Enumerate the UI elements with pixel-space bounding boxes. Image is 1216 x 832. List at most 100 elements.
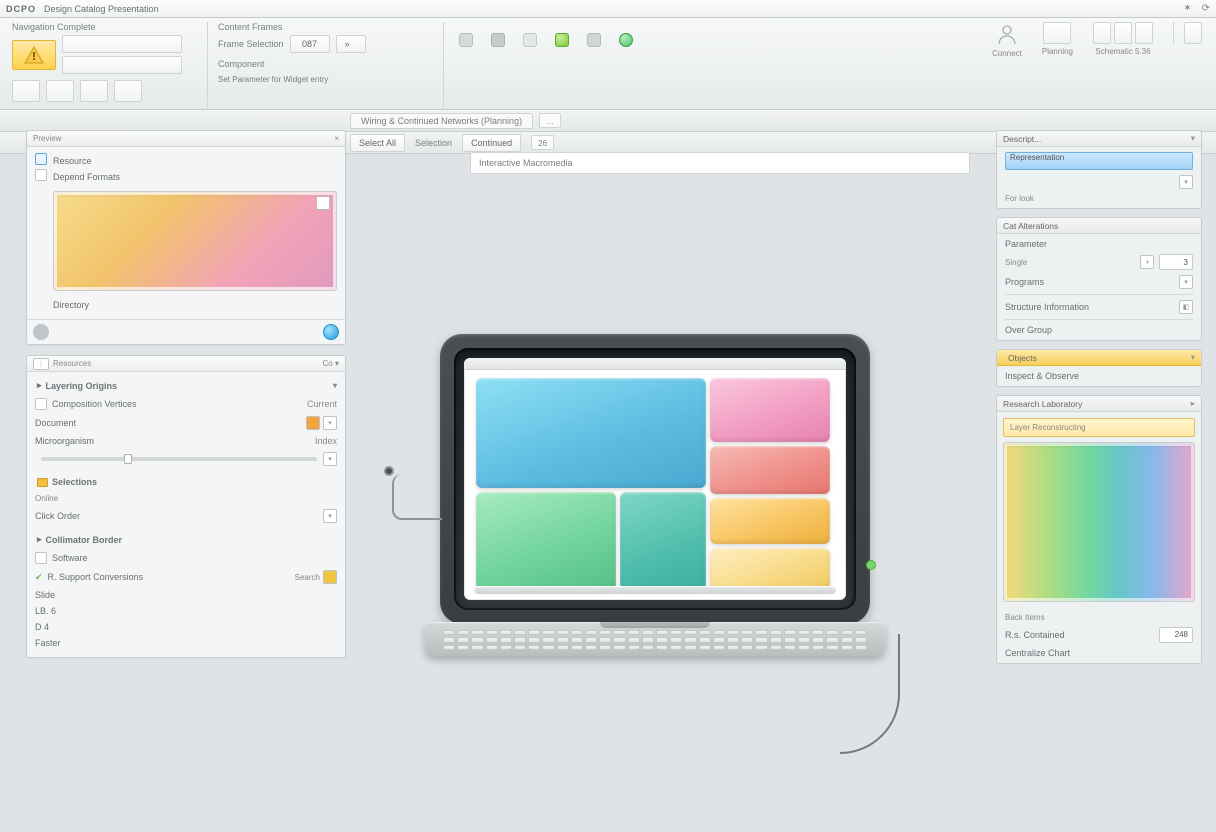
research-chevron-icon[interactable]: ▸ (1191, 398, 1195, 409)
refresh-icon[interactable]: ⟳ (1202, 3, 1210, 14)
schematic-icon-2[interactable] (1114, 22, 1132, 44)
swatch-gold[interactable] (323, 570, 337, 584)
tool-3-icon[interactable] (80, 80, 108, 102)
document-icon[interactable] (454, 28, 478, 52)
alt-programs-dd[interactable]: ▾ (1179, 275, 1193, 289)
tab-wiring[interactable]: Wiring & Continued Networks (Planning) (350, 113, 533, 129)
preview-tool-1-icon[interactable] (33, 324, 49, 340)
form-icon[interactable] (518, 28, 542, 52)
preview-panel-title: Preview (33, 134, 61, 143)
template-thumb-1[interactable] (62, 35, 182, 53)
section-layering[interactable]: ▸Layering Origins▾ (37, 380, 337, 391)
avatar-icon[interactable] (995, 22, 1019, 46)
research-b1: Back Items (1005, 613, 1193, 622)
tile-pink (710, 378, 830, 442)
section-collimator[interactable]: ▸Collimator Border (37, 534, 337, 545)
alt-value-input[interactable] (1159, 254, 1193, 270)
frame-number-input[interactable]: 087 (290, 35, 330, 53)
preview-mode-1[interactable] (35, 153, 47, 165)
resources-collapse-icon[interactable]: Co ▾ (323, 359, 339, 368)
ribbon-group-2-title: Content Frames (218, 22, 433, 32)
more-icon[interactable] (1184, 22, 1202, 44)
representation-input[interactable]: Representation (1005, 152, 1193, 170)
app-title: Design Catalog Presentation (44, 4, 159, 14)
tile-yellow (710, 548, 830, 590)
chk-software[interactable] (35, 552, 47, 564)
research-b3[interactable]: Centralize Chart (1005, 648, 1193, 658)
micro-slider[interactable] (41, 457, 317, 461)
research-gradient (1003, 442, 1195, 602)
right-a-label: Connect (992, 49, 1022, 58)
laptop-screen (464, 358, 846, 600)
section-selections[interactable]: Selections (37, 477, 337, 487)
check-icon: ✔ (35, 572, 43, 583)
alt-programs: Programs (1005, 277, 1044, 287)
tab-extra-chip[interactable]: … (539, 113, 561, 128)
ribbon-group-1-title: Navigation Complete (12, 22, 197, 32)
lead-dot (384, 466, 394, 476)
swatch-orange[interactable] (306, 416, 320, 430)
planning-icon[interactable] (1043, 22, 1071, 44)
research-b2-value: 248 (1159, 627, 1193, 643)
research-grad-label: Layer Reconstructing (1010, 423, 1086, 432)
alt-eye-icon[interactable]: ◑ (1140, 255, 1154, 269)
row-composition-val: Current (307, 399, 337, 409)
clickorder-dd[interactable]: ▾ (323, 509, 337, 523)
tool-1-icon[interactable] (12, 80, 40, 102)
canvas[interactable] (350, 134, 986, 832)
template-thumb-2[interactable] (62, 56, 182, 74)
frame-step-button[interactable]: » (336, 35, 366, 53)
option-bar-1: Wiring & Continued Networks (Planning) … (0, 110, 1216, 132)
selections-hint: Online (35, 494, 58, 503)
component-hint: Set Parameter for Widget entry (218, 75, 328, 84)
preview-expand-icon[interactable] (316, 196, 330, 210)
chat-icon[interactable] (582, 28, 606, 52)
tile-teal (620, 492, 706, 590)
objects-panel: Objects ▾ Inspect & Observe (996, 349, 1202, 387)
descript-chevron-icon[interactable]: ▾ (1191, 133, 1195, 144)
globe-icon[interactable] (614, 28, 638, 52)
preview-close-icon[interactable]: × (334, 134, 339, 143)
row-micro-val: Index (315, 436, 337, 446)
row-support: R. Support Conversions (48, 572, 144, 582)
micro-slider-dd[interactable]: ▾ (323, 452, 337, 466)
row-software: Software (52, 553, 88, 563)
objects-row1: Inspect & Observe (1005, 371, 1193, 381)
research-b2: R.s. Contained (1005, 630, 1065, 640)
representation-dd[interactable]: ▾ (1179, 175, 1193, 189)
objects-chevron-icon[interactable]: ▾ (1191, 352, 1195, 363)
chk-composition[interactable] (35, 398, 47, 410)
tool-2-icon[interactable] (46, 80, 74, 102)
preview-l2: Depend Formats (53, 172, 120, 182)
window-icon[interactable] (486, 28, 510, 52)
alt-structure-icon[interactable]: ◧ (1179, 300, 1193, 314)
tile-blue (476, 378, 706, 488)
preview-panel: Preview × Resource Depend Formats (26, 130, 346, 345)
component-label: Component (218, 59, 265, 69)
frame-selection-label: Frame Selection (218, 39, 284, 49)
objects-title: Objects (1008, 353, 1037, 363)
preview-mode-2[interactable] (35, 169, 47, 181)
descript-sub: For look (1005, 194, 1193, 203)
row-slide: Slide (35, 590, 55, 600)
alterations-panel: Cat Alterations Parameter Single ◑ Progr… (996, 217, 1202, 341)
right-b-label: Planning (1042, 47, 1073, 56)
swatch-orange-dd[interactable]: ▾ (323, 416, 337, 430)
research-panel: Research Laboratory▸ Layer Reconstructin… (996, 395, 1202, 664)
settings-icon[interactable]: ✶ (1183, 3, 1191, 14)
alt-single-label: Single (1005, 258, 1027, 267)
row-micro: Microorganism (35, 436, 94, 446)
preview-gradient (53, 191, 337, 291)
resources-panel-title: Resources (53, 359, 91, 368)
folder-icon (37, 478, 48, 487)
laptop-base (425, 622, 885, 656)
schematic-icon-1[interactable] (1093, 22, 1111, 44)
alert-icon[interactable] (12, 40, 56, 70)
alt-structure: Structure Information (1005, 302, 1089, 312)
tool-4-icon[interactable] (114, 80, 142, 102)
user-icon[interactable] (550, 28, 574, 52)
schematic-icon-3[interactable] (1135, 22, 1153, 44)
app-logo: DCPO (6, 4, 44, 14)
preview-refresh-icon[interactable] (323, 324, 339, 340)
preview-l3: Directory (53, 300, 89, 310)
